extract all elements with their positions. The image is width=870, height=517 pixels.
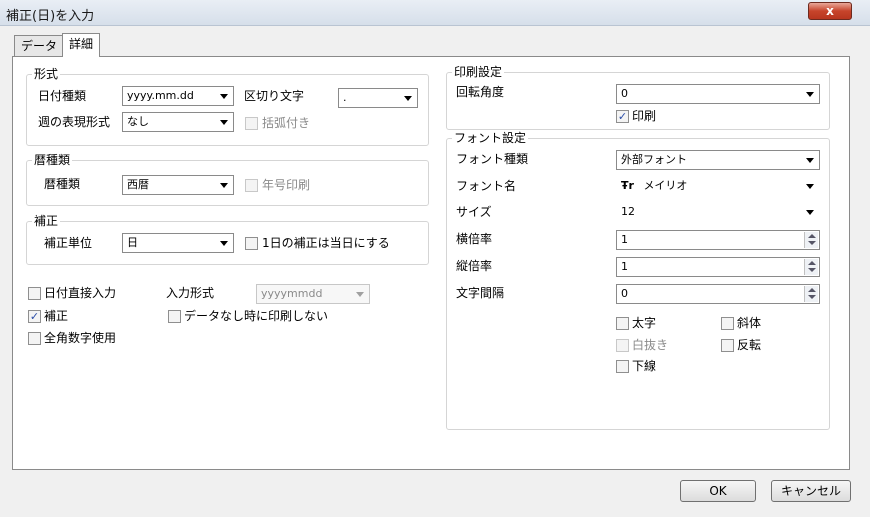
spinner-arrows-icon[interactable]	[804, 286, 818, 302]
title-bar: 補正(日)を入力 x	[0, 0, 870, 26]
size-value: 12	[621, 205, 635, 218]
calendar-group-legend: 暦種類	[32, 153, 73, 167]
correction-label: 補正	[44, 309, 69, 323]
no-print-checkbox[interactable]	[168, 310, 181, 323]
outline-label: 白抜き	[632, 338, 669, 352]
close-button[interactable]: x	[808, 2, 852, 20]
reverse-label: 反転	[737, 338, 762, 352]
size-label: サイズ	[456, 205, 492, 219]
rotation-select[interactable]: 0	[616, 84, 820, 104]
correction-unit-label: 補正単位	[44, 236, 93, 250]
calendar-label: 暦種類	[44, 177, 81, 191]
fullwidth-checkbox[interactable]	[28, 332, 41, 345]
h-scale-label: 横倍率	[456, 232, 493, 246]
outline-checkbox[interactable]	[616, 339, 629, 352]
format-group	[26, 74, 429, 146]
h-scale-value: 1	[621, 233, 628, 246]
spinner-arrows-icon[interactable]	[804, 232, 818, 248]
print-label: 印刷	[632, 109, 657, 123]
print-settings-legend: 印刷設定	[452, 65, 505, 79]
calendar-value: 西暦	[127, 178, 149, 191]
era-print-label: 年号印刷	[262, 178, 311, 192]
format-group-legend: 形式	[32, 67, 61, 81]
reverse-checkbox[interactable]	[721, 339, 734, 352]
check-icon: ✓	[29, 310, 40, 323]
separator-select[interactable]: .	[338, 88, 418, 108]
correction-unit-value: 日	[127, 236, 138, 249]
italic-checkbox[interactable]	[721, 317, 734, 330]
bracket-checkbox[interactable]	[245, 117, 258, 130]
date-type-label: 日付種類	[38, 89, 87, 103]
tab-detail-label: 詳細	[69, 37, 94, 51]
same-day-checkbox[interactable]	[245, 237, 258, 250]
correction-group-legend: 補正	[32, 214, 61, 228]
v-scale-label: 縦倍率	[456, 259, 493, 273]
underline-checkbox[interactable]	[616, 360, 629, 373]
spinner-arrows-icon[interactable]	[804, 259, 818, 275]
direct-input-checkbox[interactable]	[28, 287, 41, 300]
font-type-select[interactable]: 外部フォント	[616, 150, 820, 170]
tab-data-label: データ	[21, 39, 58, 53]
underline-label: 下線	[632, 359, 657, 373]
v-scale-spinner[interactable]: 1	[616, 257, 820, 277]
correction-checkbox[interactable]: ✓	[28, 310, 41, 323]
chevron-down-icon	[806, 184, 814, 189]
separator-value: .	[343, 91, 347, 104]
spacing-value: 0	[621, 287, 628, 300]
input-format-select[interactable]: yyyymmdd	[256, 284, 370, 304]
cancel-button[interactable]: キャンセル	[771, 480, 851, 502]
font-settings-legend: フォント設定	[452, 131, 529, 145]
font-name-label: フォント名	[456, 179, 517, 193]
era-print-checkbox[interactable]	[245, 179, 258, 192]
rotation-value: 0	[621, 87, 628, 100]
correction-unit-select[interactable]: 日	[122, 233, 234, 253]
date-type-value: yyyy.mm.dd	[127, 89, 194, 102]
chevron-down-icon	[806, 92, 814, 97]
close-icon: x	[826, 4, 834, 18]
date-type-select[interactable]: yyyy.mm.dd	[122, 86, 234, 106]
input-format-label: 入力形式	[166, 286, 215, 300]
bold-checkbox[interactable]	[616, 317, 629, 330]
rotation-label: 回転角度	[456, 85, 505, 99]
week-format-select[interactable]: なし	[122, 112, 234, 132]
chevron-down-icon	[356, 292, 364, 297]
truetype-font-icon: Ŧr	[621, 179, 634, 192]
tab-detail[interactable]: 詳細	[62, 33, 101, 57]
calendar-select[interactable]: 西暦	[122, 175, 234, 195]
week-format-value: なし	[127, 115, 149, 128]
chevron-down-icon	[220, 183, 228, 188]
chevron-down-icon	[220, 241, 228, 246]
window-title: 補正(日)を入力	[6, 9, 95, 24]
input-format-value: yyyymmdd	[261, 287, 323, 300]
chevron-down-icon	[404, 96, 412, 101]
fullwidth-label: 全角数字使用	[44, 331, 117, 345]
bold-label: 太字	[632, 316, 657, 330]
print-checkbox[interactable]: ✓	[616, 110, 629, 123]
week-format-label: 週の表現形式	[38, 115, 111, 129]
separator-label: 区切り文字	[244, 89, 305, 103]
no-print-label: データなし時に印刷しない	[184, 309, 329, 323]
spacing-spinner[interactable]: 0	[616, 284, 820, 304]
size-select[interactable]: 12	[616, 202, 820, 222]
chevron-down-icon	[806, 210, 814, 215]
h-scale-spinner[interactable]: 1	[616, 230, 820, 250]
ok-button[interactable]: OK	[680, 480, 756, 502]
v-scale-value: 1	[621, 260, 628, 273]
same-day-label: 1日の補正は当日にする	[262, 236, 390, 250]
font-name-select[interactable]: Ŧr メイリオ	[616, 176, 820, 196]
bracket-label: 括弧付き	[262, 116, 311, 130]
font-type-label: フォント種類	[456, 152, 529, 166]
italic-label: 斜体	[737, 316, 762, 330]
direct-input-label: 日付直接入力	[44, 286, 117, 300]
chevron-down-icon	[220, 120, 228, 125]
spacing-label: 文字間隔	[456, 286, 505, 300]
chevron-down-icon	[806, 158, 814, 163]
font-type-value: 外部フォント	[621, 153, 687, 166]
tab-data[interactable]: データ	[14, 35, 65, 57]
check-icon: ✓	[617, 110, 628, 123]
chevron-down-icon	[220, 94, 228, 99]
font-name-value: メイリオ	[643, 179, 688, 192]
